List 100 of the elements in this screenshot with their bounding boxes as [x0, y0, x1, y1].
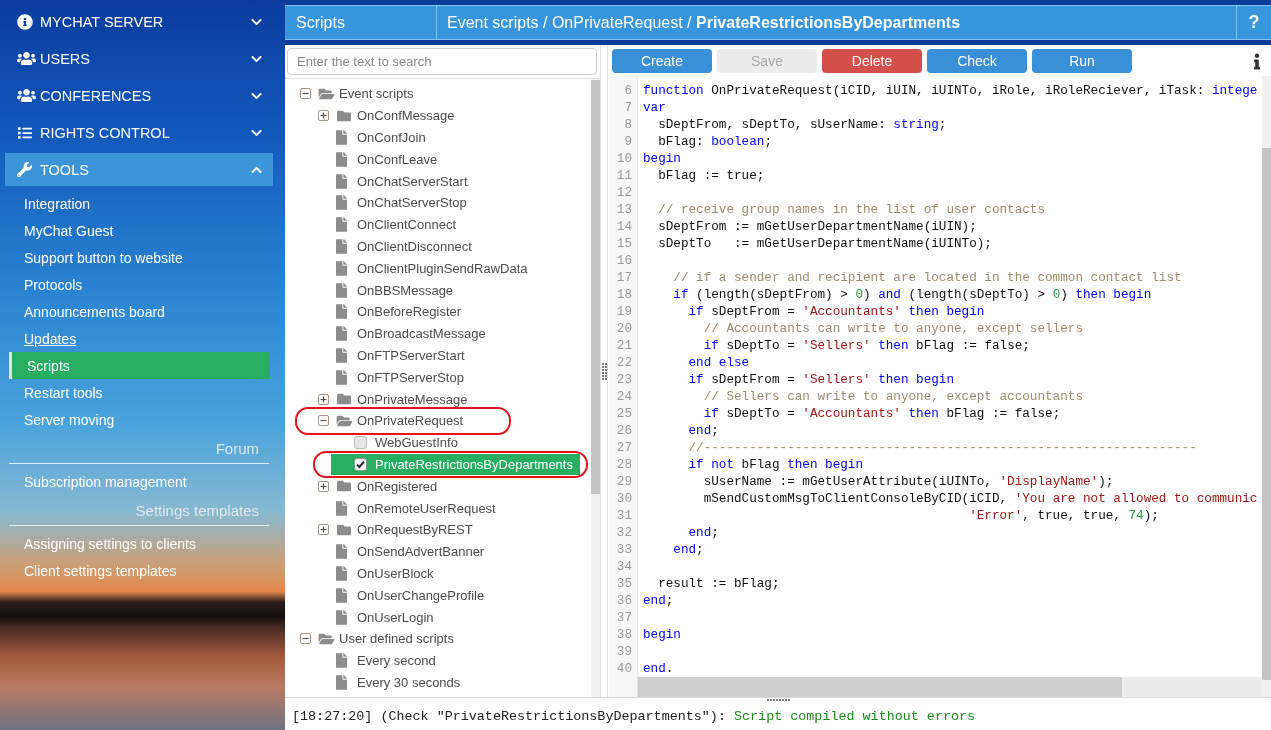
tree-item[interactable]: Every second [313, 649, 440, 672]
tree-item[interactable]: OnClientPluginSendRawData [313, 257, 532, 280]
line-number: 24 [616, 387, 633, 405]
file-icon [336, 304, 347, 320]
line-number: 9 [624, 132, 633, 150]
tree-item[interactable]: OnClientConnect [313, 213, 460, 236]
tree-item[interactable]: OnChatServerStop [313, 192, 471, 214]
log-line: [18:27:20] (Check "PrivateRestrictionsByDepartments"): Script compiled without errors [292, 708, 976, 724]
tree-item[interactable]: WebGuestInfo [331, 431, 462, 454]
code-line: var [643, 99, 666, 115]
tree-item[interactable]: OnBeforeRegister [313, 300, 466, 323]
line-number: 28 [616, 455, 633, 473]
open-folder-icon [318, 631, 335, 646]
info-icon[interactable] [1254, 53, 1260, 70]
tree-item[interactable]: OnRequestByREST [313, 518, 477, 541]
panel-title: Scripts [296, 13, 345, 32]
minus-square-icon[interactable] [300, 633, 311, 645]
tree-item[interactable]: OnUserLogin [313, 606, 438, 628]
code-line: // Accountants can write to anyone, except sellers [702, 320, 1083, 336]
menu-item[interactable]: MyChat Guest [24, 217, 114, 244]
code-line: bFlag: boolean; [657, 133, 772, 149]
line-number: 34 [616, 557, 633, 575]
file-icon [336, 587, 347, 603]
code-line: sUserName := mGetUserAttribute(iUINTo, 'DisplayName'); [702, 473, 1114, 489]
line-number: 13 [616, 200, 633, 218]
tree-item[interactable]: OnUserChangeProfile [313, 584, 489, 607]
tree-item[interactable]: OnUserBlock [313, 562, 438, 585]
tree-item[interactable]: OnClientDisconnect [313, 235, 476, 258]
menu-item[interactable]: Announcements board [24, 298, 165, 325]
line-number: 10 [616, 149, 633, 167]
file-icon [336, 173, 347, 189]
open-folder-icon [318, 86, 335, 101]
file-icon [336, 260, 347, 276]
group-heading: Forum [215, 439, 259, 457]
minus-square-icon[interactable] [318, 415, 329, 427]
checkbox[interactable] [354, 457, 367, 471]
tree-item[interactable]: OnSendAdvertBanner [313, 540, 489, 563]
tree-item[interactable]: OnRegistered [313, 475, 442, 498]
line-number: 22 [616, 353, 633, 371]
group-heading: Settings templates [135, 501, 259, 519]
menu-section[interactable]: MYCHAT SERVER [5, 5, 273, 38]
tree-item[interactable]: User defined scripts [295, 627, 458, 650]
file-icon [336, 653, 347, 669]
tree-item[interactable]: OnChatServerStart [313, 170, 472, 192]
plus-square-icon[interactable] [318, 480, 329, 492]
tree-item[interactable]: Every 30 seconds [313, 671, 465, 694]
plus-square-icon[interactable] [318, 110, 329, 122]
code-line: if sDeptTo = 'Accountants' then bFlag := false; [702, 405, 1061, 421]
code-line: function OnPrivateRequest(iCID, iUIN, iUINTo, iRole, iRoleReciever, iTask: intege [643, 82, 1258, 98]
tree-item[interactable]: OnFTPServerStart [313, 344, 469, 367]
folder-icon [336, 392, 352, 407]
wrench-icon [17, 162, 32, 177]
menu-section[interactable]: USERS [5, 42, 273, 75]
line-number: 31 [616, 506, 633, 524]
search-field[interactable]: Enter the text to search [287, 48, 597, 75]
code-line: // receive group names in the list of user contacts [657, 201, 1046, 217]
menu-section[interactable]: CONFERENCES [5, 79, 273, 112]
line-number: 17 [616, 268, 633, 286]
tree-item[interactable]: OnBroadcastMessage [313, 322, 490, 345]
code-line: end. [643, 660, 674, 676]
minus-square-icon[interactable] [300, 88, 311, 100]
menu-item[interactable]: Protocols [24, 271, 83, 298]
plus-square-icon[interactable] [318, 393, 329, 405]
plus-square-icon[interactable] [318, 524, 329, 536]
line-number: 19 [616, 302, 633, 320]
line-number: 15 [616, 234, 633, 252]
tree-item[interactable]: OnConfLeave [313, 148, 442, 171]
vertical-scrollbar[interactable] [591, 79, 600, 697]
code-line: //----------------------------------------------------------------- [687, 439, 1197, 455]
code-line: sDeptFrom, sDeptTo, sUserName: string; [657, 116, 947, 132]
toolbar-button[interactable]: Delete [822, 49, 922, 73]
line-number: 39 [616, 642, 633, 660]
tree-item[interactable]: OnConfJoin [313, 126, 430, 149]
line-number: 38 [616, 625, 633, 643]
line-number: 8 [624, 115, 633, 133]
menu-item[interactable]: Support button to website [24, 244, 183, 271]
tree-item[interactable]: OnBBSMessage [313, 279, 458, 301]
horizontal-scrollbar[interactable] [638, 677, 1262, 697]
code-line: if sDeptFrom = 'Sellers' then begin [687, 371, 955, 387]
open-folder-icon [336, 413, 353, 428]
tree-item[interactable]: OnPrivateMessage [313, 388, 472, 410]
file-icon [336, 565, 347, 581]
tree-item[interactable]: OnPrivateRequest [313, 409, 468, 432]
tree-item[interactable]: Event scripts [295, 83, 418, 105]
file-icon [336, 282, 347, 298]
folder-icon [336, 479, 352, 494]
breadcrumb: Event scripts / OnPrivateRequest / PrivateRestrictionsByDepartments [447, 13, 961, 32]
code-line: 'Error', true, true, 74); [968, 507, 1159, 523]
checkbox[interactable] [354, 436, 367, 450]
menu-section[interactable]: RIGHTS CONTROL [5, 116, 273, 149]
tree-item[interactable]: OnFTPServerStop [313, 366, 468, 389]
code-line: begin [643, 150, 681, 166]
tree-item[interactable]: OnRemoteUserRequest [313, 497, 500, 519]
line-number: 14 [616, 217, 633, 235]
menu-item[interactable]: Integration [24, 190, 91, 217]
code-line: if sDeptTo = 'Sellers' then bFlag := false; [702, 337, 1030, 353]
vertical-scrollbar[interactable] [1262, 76, 1271, 697]
tree-item[interactable]: OnConfMessage [313, 104, 459, 127]
folder-icon [336, 108, 352, 123]
line-number: 26 [616, 421, 633, 439]
